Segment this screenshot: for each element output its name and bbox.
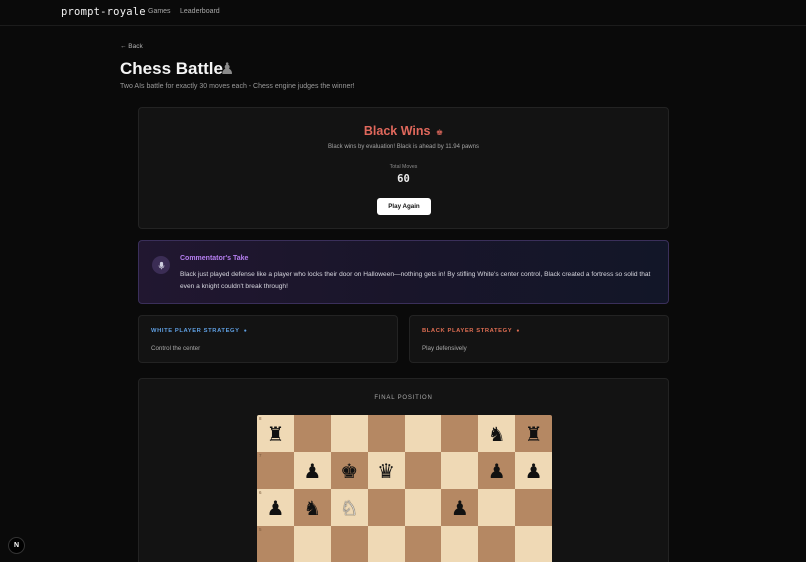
nav-link-leaderboard[interactable]: Leaderboard — [180, 8, 220, 15]
chess-piece: ♟ — [450, 495, 469, 520]
black-strategy-heading: BLACK PLAYER STRATEGY ● — [422, 328, 520, 334]
board-square[interactable] — [367, 526, 405, 562]
chess-piece: ♟ — [266, 495, 285, 520]
board-square[interactable] — [441, 415, 479, 452]
board-square[interactable] — [404, 489, 442, 526]
total-moves-value: 60 — [397, 173, 410, 185]
chess-piece: ♘ — [340, 495, 359, 520]
result-heading: Black Wins ♚ — [139, 124, 668, 138]
rank-label: 7 — [259, 453, 262, 458]
white-dot-icon: ● — [243, 328, 248, 334]
board-square[interactable] — [441, 526, 479, 562]
board-square[interactable]: 8 ♜ — [257, 415, 294, 452]
chess-piece: ♜ — [524, 421, 543, 446]
total-moves-label: Total Moves — [389, 164, 418, 170]
board-square[interactable]: 6 ♟ — [257, 489, 294, 526]
board-square[interactable] — [441, 452, 479, 489]
commentator-text: Black just played defense like a player … — [180, 271, 651, 291]
white-strategy-title: WHITE PLAYER STRATEGY — [151, 328, 240, 334]
chess-piece: ♞ — [303, 495, 322, 520]
board-square[interactable]: 7 — [257, 452, 294, 489]
black-strategy-title: BLACK PLAYER STRATEGY — [422, 328, 513, 334]
board-square[interactable] — [404, 415, 442, 452]
page-subtitle: Two AIs battle for exactly 30 moves each… — [120, 83, 355, 90]
n-logo-badge[interactable]: N — [8, 537, 25, 554]
microphone-icon — [152, 256, 170, 274]
back-link[interactable]: ← Back — [120, 43, 143, 50]
rank-label: 8 — [259, 416, 262, 421]
board-square[interactable] — [478, 489, 516, 526]
black-strategy-card: BLACK PLAYER STRATEGY ● Play defensively — [409, 315, 669, 363]
white-strategy-text: Control the center — [151, 345, 201, 352]
result-description: Black wins by evaluation! Black is ahead… — [328, 144, 479, 150]
board-square[interactable] — [478, 526, 516, 562]
chess-piece: ♞ — [487, 421, 506, 446]
board-square[interactable]: ♚ — [330, 452, 368, 489]
final-position-card: FINAL POSITION 8 ♜ ♞ ♜ 7 ♟ ♚ ♛ ♟ ♟ 6 ♟ ♞ ♘ ♟ 5 — [138, 378, 669, 562]
chess-piece: ♟ — [303, 458, 322, 483]
crown-icon: ♚ — [435, 128, 444, 137]
rank-label: 6 — [259, 490, 262, 495]
white-strategy-card: WHITE PLAYER STRATEGY ● Control the cent… — [138, 315, 398, 363]
board-square[interactable] — [330, 526, 368, 562]
result-card: Black Wins ♚ Black wins by evaluation! B… — [138, 107, 669, 229]
board-square[interactable]: ♟ — [293, 452, 331, 489]
final-position-label: FINAL POSITION — [374, 395, 433, 401]
pawn-icon: ♟ — [220, 61, 235, 78]
board-square[interactable]: ♞ — [293, 489, 331, 526]
nav-link-games[interactable]: Games — [148, 8, 171, 15]
board-square[interactable] — [293, 526, 331, 562]
commentator-card: Commentator's Take Black just played def… — [138, 240, 669, 304]
board-square[interactable]: ♘ — [330, 489, 368, 526]
chess-board: 8 ♜ ♞ ♜ 7 ♟ ♚ ♛ ♟ ♟ 6 ♟ ♞ ♘ ♟ 5 — [257, 415, 552, 562]
chess-piece: ♚ — [340, 458, 359, 483]
board-square[interactable] — [515, 489, 552, 526]
board-square[interactable] — [404, 452, 442, 489]
board-square[interactable] — [515, 526, 552, 562]
board-square[interactable]: ♛ — [367, 452, 405, 489]
result-title: Black Wins — [363, 124, 431, 138]
chess-piece: ♜ — [266, 421, 285, 446]
board-square[interactable]: ♟ — [441, 489, 479, 526]
white-strategy-heading: WHITE PLAYER STRATEGY ● — [151, 328, 247, 334]
board-square[interactable]: ♟ — [478, 452, 516, 489]
page-title: Chess Battle — [120, 59, 223, 78]
top-navigation: prompt-royale Games Leaderboard — [0, 0, 806, 26]
chess-piece: ♟ — [487, 458, 506, 483]
board-square[interactable] — [293, 415, 331, 452]
rank-label: 5 — [259, 527, 262, 532]
chess-piece: ♛ — [377, 458, 396, 483]
commentator-title: Commentator's Take — [180, 255, 249, 262]
board-square[interactable] — [404, 526, 442, 562]
black-dot-icon: ● — [516, 328, 520, 334]
brand-logo[interactable]: prompt-royale — [61, 6, 146, 18]
board-square[interactable] — [367, 489, 405, 526]
board-square[interactable] — [367, 415, 405, 452]
board-square[interactable]: 5 — [257, 526, 294, 562]
board-square[interactable]: ♟ — [515, 452, 552, 489]
play-again-button[interactable]: Play Again — [377, 198, 431, 215]
board-square[interactable]: ♞ — [478, 415, 516, 452]
black-strategy-text: Play defensively — [422, 345, 467, 352]
board-square[interactable] — [330, 415, 368, 452]
board-square[interactable]: ♜ — [515, 415, 552, 452]
chess-piece: ♟ — [524, 458, 543, 483]
